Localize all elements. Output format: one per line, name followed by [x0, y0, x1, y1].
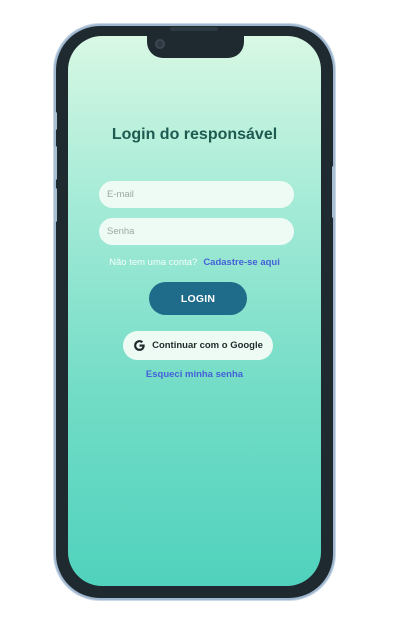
- page: Login do responsável Não tem uma conta? C…: [0, 0, 401, 622]
- page-title: Login do responsável: [111, 126, 278, 143]
- email-input[interactable]: [107, 189, 286, 200]
- camera-icon: [155, 39, 165, 49]
- password-field[interactable]: [99, 218, 294, 245]
- forgot-password-link[interactable]: Esqueci minha senha: [68, 369, 321, 380]
- login-button-label: LOGIN: [180, 292, 216, 305]
- password-input[interactable]: [107, 226, 286, 237]
- speaker-grille: [170, 27, 218, 31]
- phone-volume-down-button: [54, 188, 57, 222]
- signup-row: Não tem uma conta? Cadastre-se aqui: [68, 257, 321, 268]
- login-button[interactable]: LOGIN: [149, 282, 247, 315]
- signup-question: Não tem uma conta?: [109, 257, 198, 268]
- email-field[interactable]: [99, 181, 294, 208]
- google-login-label: Continuar com o Google: [152, 340, 263, 351]
- phone-power-button: [332, 166, 335, 218]
- google-icon: [133, 339, 146, 352]
- phone-side-button: [54, 112, 57, 130]
- signup-link[interactable]: Cadastre-se aqui: [203, 257, 280, 268]
- phone-volume-up-button: [54, 146, 57, 180]
- google-login-button[interactable]: Continuar com o Google: [123, 331, 273, 360]
